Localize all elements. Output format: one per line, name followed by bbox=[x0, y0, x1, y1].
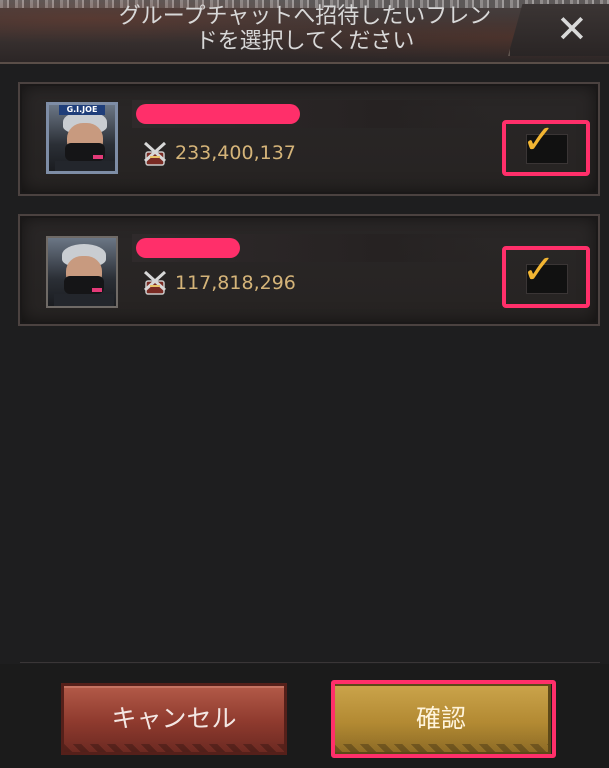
avatar-accent bbox=[92, 288, 102, 292]
friend-row[interactable]: 117,818,296 ✓ bbox=[18, 214, 600, 326]
button-stripes bbox=[64, 744, 284, 752]
select-checkbox[interactable]: ✓ bbox=[502, 246, 590, 308]
avatar-body bbox=[54, 294, 114, 306]
cancel-button-label: キャンセル bbox=[111, 704, 237, 733]
close-button[interactable]: ✕ bbox=[508, 4, 609, 56]
cancel-button[interactable]: キャンセル bbox=[61, 683, 287, 755]
dialog-title-line1: グループチャットへ招待したいフレン bbox=[118, 4, 492, 29]
avatar-accent bbox=[93, 155, 103, 159]
redacted-name bbox=[136, 238, 240, 258]
select-checkbox[interactable]: ✓ bbox=[502, 117, 590, 176]
friend-list: G.I.JOE 233,400,137 ✓ 117,818,296 ✓ bbox=[18, 78, 600, 658]
power-value: 233,400,137 bbox=[175, 142, 296, 164]
power-value: 117,818,296 bbox=[175, 272, 296, 294]
dialog-header: グループチャットへ招待したいフレン ドを選択してください ✕ bbox=[0, 0, 609, 64]
confirm-highlight bbox=[331, 680, 556, 758]
dialog-title-line2: ドを選択してください bbox=[195, 29, 415, 54]
avatar bbox=[46, 236, 118, 308]
checkmark-icon: ✓ bbox=[522, 117, 556, 163]
dialog-title: グループチャットへ招待したいフレン ドを選択してください bbox=[95, 4, 515, 54]
power-sword-icon bbox=[143, 141, 167, 166]
friend-invite-dialog: グループチャットへ招待したいフレン ドを選択してください ✕ G.I.JOE 2… bbox=[0, 0, 609, 768]
avatar-body bbox=[55, 161, 115, 171]
gijoe-badge: G.I.JOE bbox=[59, 105, 105, 115]
redacted-name bbox=[136, 104, 300, 124]
friend-row[interactable]: G.I.JOE 233,400,137 ✓ bbox=[18, 82, 600, 196]
power-sword-icon bbox=[143, 270, 167, 295]
checkmark-icon: ✓ bbox=[522, 247, 556, 293]
close-icon[interactable]: ✕ bbox=[556, 6, 588, 52]
footer-divider bbox=[20, 662, 600, 663]
avatar: G.I.JOE bbox=[46, 102, 118, 174]
